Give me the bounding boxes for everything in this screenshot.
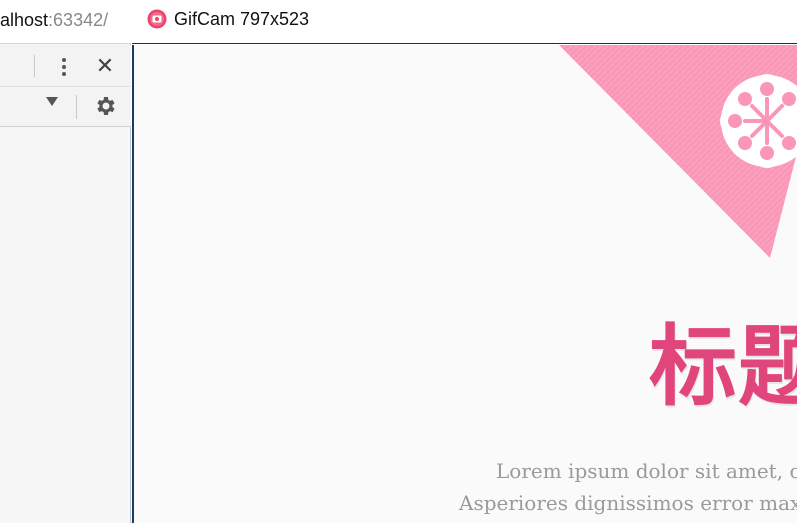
gear-icon[interactable] [93,94,117,118]
paragraph-line: Lorem ipsum dolor sit amet, co [496,459,797,483]
more-options-icon[interactable] [56,55,72,79]
capture-area: 标题 Lorem ipsum dolor sit amet, co Asperi… [132,45,797,523]
page-title: 标题 [649,315,797,418]
gifcam-titlebar[interactable]: GifCam 797x523 [132,0,797,44]
gifcam-app-icon [147,9,167,29]
pink-corner-banner [559,45,797,258]
dropdown-arrow-icon[interactable] [46,97,58,106]
toolbar-divider [34,55,35,77]
gifcam-window: GifCam 797x523 标 Lorem ipsum dolor sit a… [132,0,797,523]
paragraph-line: Asperiores dignissimos error maxir [459,491,797,515]
address-bar[interactable]: alhost:63342/ [0,0,131,44]
address-text: alhost:63342/ [0,10,109,30]
devtools-panel: alhost:63342/ ✕ [0,0,131,523]
toolbar-divider [76,95,77,119]
devtools-toolbar: ✕ [0,45,131,87]
gifcam-title: GifCam 797x523 [174,9,310,29]
close-icon[interactable]: ✕ [94,53,116,79]
